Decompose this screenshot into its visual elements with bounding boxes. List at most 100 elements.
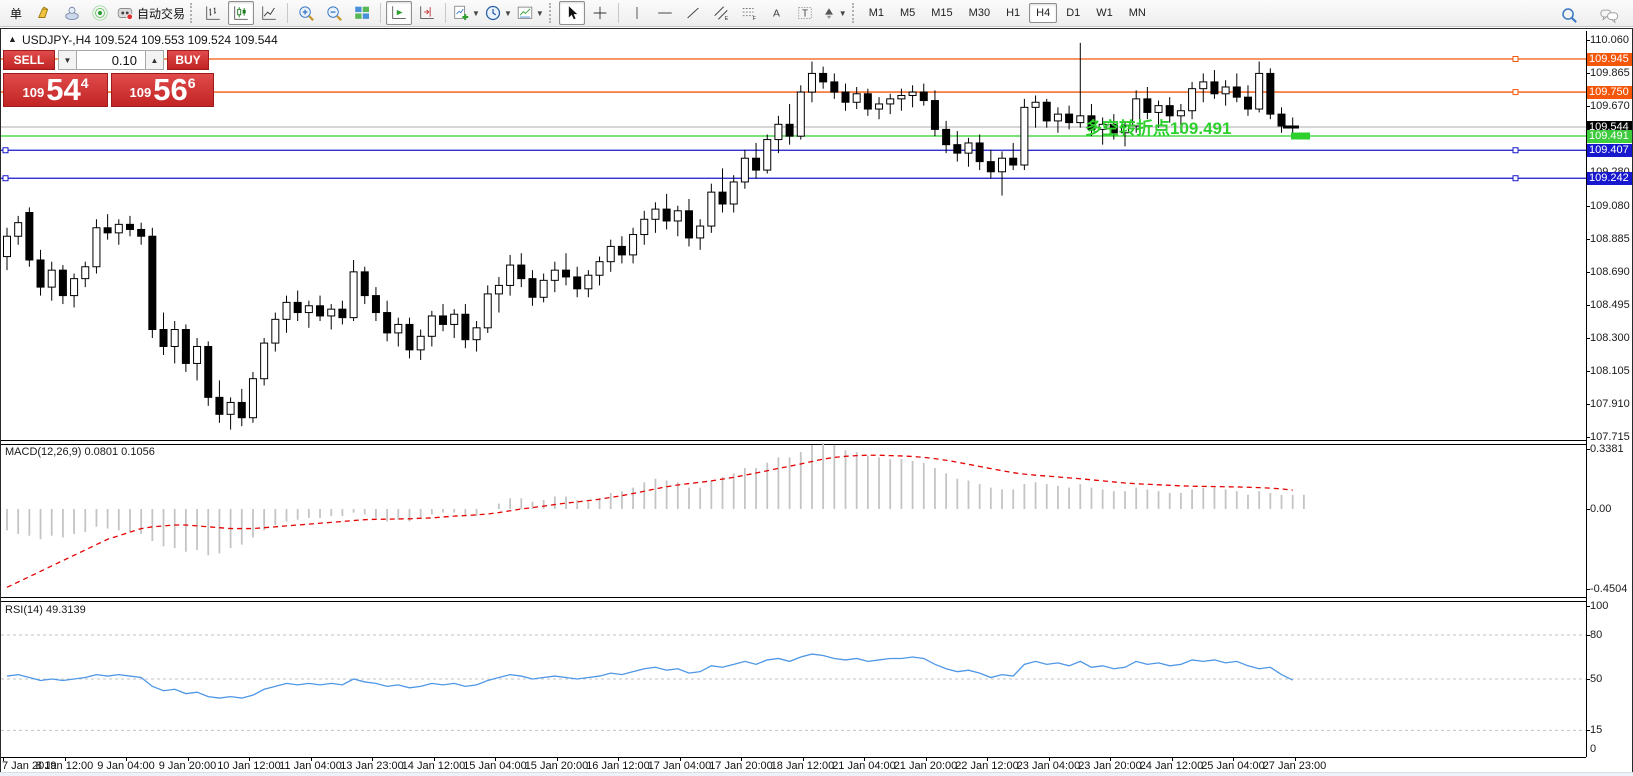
timeframe-mn[interactable]: MN xyxy=(1122,3,1153,23)
pivot-level-marker[interactable] xyxy=(1291,133,1310,140)
volume-decrease-button[interactable]: ▼ xyxy=(58,50,77,70)
new-order-button[interactable]: 单 xyxy=(3,1,29,25)
vertical-line-button[interactable] xyxy=(624,1,650,25)
hline-handle[interactable] xyxy=(1513,176,1518,181)
hline-handle[interactable] xyxy=(1513,148,1518,153)
main-chart-pane[interactable] xyxy=(1,31,1586,440)
bearish-candle xyxy=(1010,158,1017,165)
bar-chart-button[interactable] xyxy=(200,1,226,25)
bearish-candle xyxy=(205,346,212,397)
bullish-candle xyxy=(1256,73,1263,109)
community-icon[interactable] xyxy=(59,1,85,25)
indicators-button[interactable]: ▼ xyxy=(451,1,481,25)
hline-handle[interactable] xyxy=(1513,57,1518,62)
buy-price-tile[interactable]: 109 56 6 xyxy=(111,73,214,107)
auto-scroll-button[interactable] xyxy=(386,1,412,25)
time-axis-line xyxy=(1,757,1586,758)
horizontal-line-button[interactable] xyxy=(652,1,678,25)
time-axis-label: 15 Jan 04:00 xyxy=(463,760,527,772)
bearish-candle xyxy=(182,330,189,364)
moneybag-icon[interactable] xyxy=(31,1,57,25)
tile-windows-button[interactable] xyxy=(349,1,375,25)
timeframe-m1[interactable]: M1 xyxy=(862,3,891,23)
trendline-button[interactable] xyxy=(680,1,706,25)
periods-button[interactable]: ▼ xyxy=(483,1,513,25)
crosshair-button[interactable] xyxy=(587,1,613,25)
bearish-candle xyxy=(563,270,570,277)
zoom-in-button[interactable] xyxy=(293,1,319,25)
rsi-axis-tick xyxy=(1586,606,1590,607)
bearish-candle xyxy=(943,129,950,144)
bullish-candle xyxy=(876,104,883,109)
chevron-down-icon: ▼ xyxy=(472,9,480,18)
buy-button-label: BUY xyxy=(175,53,200,67)
timeframe-h1[interactable]: H1 xyxy=(999,3,1027,23)
collapse-chart-icon[interactable]: ▲ xyxy=(8,34,17,44)
rsi-axis-label: 50 xyxy=(1590,673,1632,685)
chat-icon[interactable] xyxy=(1596,3,1622,27)
timeframe-w1[interactable]: W1 xyxy=(1089,3,1120,23)
bullish-candle xyxy=(115,224,122,232)
bullish-candle xyxy=(249,379,256,418)
bullish-candle xyxy=(305,306,312,313)
macd-pane[interactable] xyxy=(1,443,1586,597)
bearish-candle xyxy=(920,92,927,100)
sell-button[interactable]: SELL xyxy=(3,50,55,70)
bearish-candle xyxy=(406,324,413,349)
price-axis-tick xyxy=(1586,371,1590,372)
timeframe-d1[interactable]: D1 xyxy=(1059,3,1087,23)
time-axis-label: 17 Jan 04:00 xyxy=(648,760,712,772)
line-chart-button[interactable] xyxy=(256,1,282,25)
bullish-candle xyxy=(909,92,916,95)
search-icon[interactable] xyxy=(1556,3,1582,27)
bearish-candle xyxy=(842,92,849,102)
bearish-candle xyxy=(26,212,33,259)
rsi-pane[interactable] xyxy=(1,600,1586,757)
signals-icon[interactable] xyxy=(87,1,113,25)
bearish-candle xyxy=(685,211,692,238)
chevron-down-icon: ▼ xyxy=(536,9,544,18)
volume-stepper: ▼ ▲ xyxy=(58,50,164,70)
volume-input[interactable] xyxy=(77,50,145,70)
bullish-candle xyxy=(261,343,268,379)
text-label-button[interactable]: T xyxy=(792,1,818,25)
bullish-candle xyxy=(48,270,55,287)
timeframe-m15[interactable]: M15 xyxy=(924,3,959,23)
timeframe-m30[interactable]: M30 xyxy=(962,3,997,23)
hline-handle[interactable] xyxy=(3,176,8,181)
chart-shift-button[interactable] xyxy=(414,1,440,25)
bullish-candle xyxy=(1222,87,1229,94)
price-axis-label: 108.690 xyxy=(1590,266,1632,278)
volume-increase-button[interactable]: ▲ xyxy=(145,50,164,70)
bullish-candle xyxy=(395,324,402,332)
arrows-tool-button[interactable]: ▼ xyxy=(820,1,848,25)
autotrade-button[interactable]: 自动交易 xyxy=(115,1,186,25)
price-badge: 109.407 xyxy=(1587,144,1632,157)
time-axis-label: 25 Jan 04:00 xyxy=(1201,760,1265,772)
templates-button[interactable]: ▼ xyxy=(515,1,545,25)
time-axis-label: 14 Jan 12:00 xyxy=(402,760,466,772)
hline-handle[interactable] xyxy=(3,148,8,153)
pivot-annotation: 多空转折点109.491 xyxy=(1085,114,1231,139)
toolbar-separator xyxy=(618,3,619,23)
robot-icon xyxy=(116,4,134,22)
buy-button[interactable]: BUY xyxy=(167,50,209,70)
time-axis-label: 18 Jan 12:00 xyxy=(771,760,835,772)
price-axis-label: 110.060 xyxy=(1590,34,1632,46)
text-tool-button[interactable]: A xyxy=(764,1,790,25)
equidistant-channel-button[interactable]: E xyxy=(708,1,734,25)
candlestick-chart-button[interactable] xyxy=(228,1,254,25)
bearish-candle xyxy=(317,306,324,316)
cursor-button[interactable] xyxy=(559,1,585,25)
timeframe-h4[interactable]: H4 xyxy=(1029,3,1057,23)
svg-text:F: F xyxy=(752,16,756,22)
price-axis-label: 109.670 xyxy=(1590,100,1632,112)
time-axis-label: 9 Jan 04:00 xyxy=(97,760,155,772)
hline-handle[interactable] xyxy=(1513,90,1518,95)
sell-price-tile[interactable]: 109 54 4 xyxy=(3,73,108,107)
timeframe-m5[interactable]: M5 xyxy=(893,3,922,23)
zoom-out-button[interactable] xyxy=(321,1,347,25)
price-axis-label: 108.300 xyxy=(1590,332,1632,344)
fibonacci-button[interactable]: F xyxy=(736,1,762,25)
time-axis-label: 9 Jan 20:00 xyxy=(159,760,217,772)
